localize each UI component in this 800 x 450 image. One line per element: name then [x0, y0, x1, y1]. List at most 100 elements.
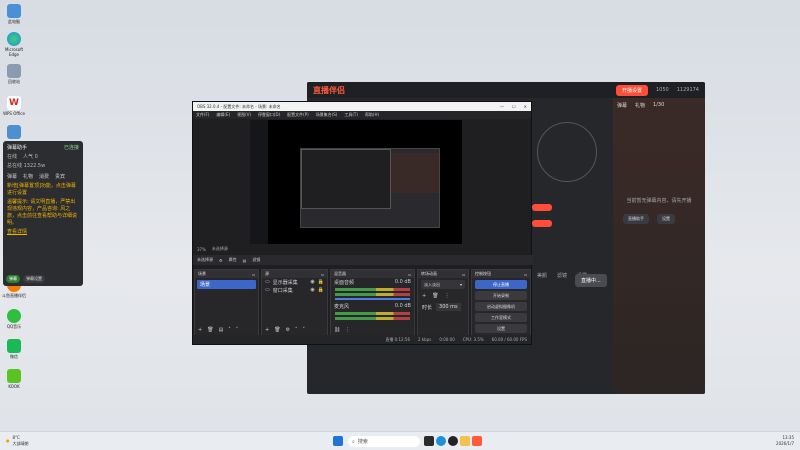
- obs-preview[interactable]: [250, 120, 462, 244]
- volume-slider[interactable]: [335, 298, 410, 300]
- studio-mode-button[interactable]: 工作室模式: [475, 313, 527, 322]
- lock-icon[interactable]: 🔒: [318, 279, 324, 285]
- live-assistant-icon[interactable]: [472, 436, 482, 446]
- live-red-chip[interactable]: [532, 204, 552, 211]
- menu-file[interactable]: 文件(F): [196, 112, 209, 118]
- obs-icon[interactable]: [448, 436, 458, 446]
- gear-icon[interactable]: ⚙: [219, 258, 223, 263]
- properties-button[interactable]: 属性: [229, 257, 237, 263]
- remove-icon[interactable]: 🗑: [207, 327, 213, 333]
- chat-tab-danmu[interactable]: 弹幕: [7, 173, 17, 180]
- close-icon[interactable]: ✕: [524, 104, 527, 109]
- search-icon: ⌕: [352, 438, 355, 445]
- gear-icon[interactable]: ⚙: [286, 327, 290, 333]
- transition-type: 淡入淡出: [424, 281, 440, 287]
- start-recording-button[interactable]: 开始录制: [475, 291, 527, 300]
- taskbar-search[interactable]: ⌕ 搜索: [348, 436, 420, 447]
- menu-docks[interactable]: 停靠窗口(D): [258, 112, 280, 118]
- menu-view[interactable]: 视图(V): [237, 112, 251, 118]
- chat-settings-button[interactable]: 弹幕设置: [23, 275, 45, 283]
- add-icon[interactable]: +: [265, 327, 269, 333]
- up-icon[interactable]: ˄: [228, 327, 231, 333]
- menu-profile[interactable]: 配置文件(P): [287, 112, 309, 118]
- chat-detail-link[interactable]: 查看详情: [3, 228, 83, 237]
- menu-scene-collection[interactable]: 场景集合(S): [316, 112, 338, 118]
- chat-danmu-toggle[interactable]: 弹幕: [6, 275, 20, 283]
- recycle-bin-icon: [7, 64, 21, 78]
- taskbar-clock[interactable]: 13:35 2026/1/7: [776, 435, 794, 447]
- menu-help[interactable]: 帮助(H): [365, 112, 379, 118]
- desktop-icon-edge[interactable]: Microsoft Edge: [2, 32, 26, 57]
- filters-button[interactable]: 滤镜: [252, 257, 260, 263]
- side-tab-gift[interactable]: 礼物: [635, 102, 645, 109]
- filter-icon[interactable]: ▤: [243, 258, 247, 263]
- desktop-icon-app[interactable]: [2, 125, 26, 140]
- down-icon[interactable]: ˅: [303, 327, 306, 333]
- live-red-chip-2[interactable]: [532, 220, 552, 227]
- obs-title: OBS 32.0.4 - 配置文件: 未命名 - 场景: 未命名: [197, 103, 281, 109]
- dock-float-icon[interactable]: ▫: [321, 272, 324, 277]
- obs-titlebar: OBS 32.0.4 - 配置文件: 未命名 - 场景: 未命名 — ☐ ✕: [193, 102, 531, 111]
- cpu-status: CPU: 3.5%: [462, 337, 484, 342]
- dock-float-icon[interactable]: ▫: [462, 272, 465, 277]
- side-settings-button[interactable]: 设置: [657, 214, 675, 224]
- eye-icon[interactable]: ◉: [310, 279, 314, 285]
- folder-icon[interactable]: [460, 436, 470, 446]
- filter-icon[interactable]: ▤: [219, 327, 224, 333]
- stop-streaming-button[interactable]: 停止直播: [475, 280, 527, 289]
- menu-tools[interactable]: 工具(T): [344, 112, 358, 118]
- maximize-icon[interactable]: ☐: [512, 104, 516, 109]
- chat-tab-vip[interactable]: 贵宾: [55, 173, 65, 180]
- side-tabs: 弹幕 礼物 1/30: [613, 98, 705, 113]
- desktop-icon-wps[interactable]: W WPS Office: [2, 96, 26, 116]
- side-tab-danmu[interactable]: 弹幕: [617, 102, 627, 109]
- more-icon[interactable]: ⋮: [445, 293, 450, 299]
- desktop-icon-kook[interactable]: KOOK: [2, 369, 26, 389]
- taskbar: ● 8°C 大部晴朗 ⌕ 搜索 13:35 2026/1/7: [0, 431, 800, 450]
- weather-widget[interactable]: ● 8°C 大部晴朗: [6, 435, 29, 447]
- link-icon[interactable]: ⛓: [334, 327, 340, 333]
- dock-float-icon[interactable]: ▫: [252, 272, 255, 277]
- chat-tab-gift[interactable]: 礼物: [23, 173, 33, 180]
- beauty-action[interactable]: 美颜: [537, 272, 547, 279]
- menu-edit[interactable]: 编辑(E): [216, 112, 230, 118]
- eye-icon[interactable]: ◉: [310, 287, 314, 293]
- edge-icon[interactable]: [436, 436, 446, 446]
- more-icon[interactable]: ⋮: [345, 327, 350, 333]
- sources-tools: + 🗑 ⚙ ˄ ˅: [265, 327, 305, 333]
- filter-action[interactable]: 滤镜: [557, 272, 567, 279]
- assistant-button[interactable]: 直播助手: [623, 214, 649, 224]
- lock-icon[interactable]: 🔒: [318, 287, 324, 293]
- chat-tab-consume[interactable]: 消费: [39, 173, 49, 180]
- transition-duration: 时长 300 ms: [418, 301, 468, 313]
- settings-button[interactable]: 设置: [475, 324, 527, 333]
- dock-float-icon[interactable]: ▫: [524, 272, 527, 277]
- open-settings-button[interactable]: 开播设置: [615, 84, 648, 96]
- task-view-icon[interactable]: [424, 436, 434, 446]
- remove-icon[interactable]: 🗑: [274, 327, 280, 333]
- duration-input[interactable]: 300 ms: [436, 303, 461, 311]
- desktop-icon-wechat[interactable]: 微信: [2, 339, 26, 359]
- transition-select[interactable]: 淡入淡出 ▾: [421, 280, 465, 289]
- clock-date: 2026/1/7: [776, 441, 794, 446]
- scenes-title: 场景: [198, 271, 206, 276]
- desktop-icon-this-pc[interactable]: 此电脑: [2, 4, 26, 24]
- desktop-icon-qqmusic[interactable]: QQ音乐: [2, 309, 26, 329]
- live-side-pane: 弹幕 礼物 1/30 当前暂无弹幕内容，请先开播 直播助手 设置: [613, 98, 705, 394]
- dock-float-icon[interactable]: ▫: [408, 272, 411, 277]
- source-item[interactable]: ▭ 显示器采集 ◉ 🔒: [262, 278, 327, 286]
- down-icon[interactable]: ˅: [236, 327, 239, 333]
- remove-icon[interactable]: 🗑: [432, 293, 438, 299]
- up-icon[interactable]: ˄: [295, 327, 298, 333]
- windows-start-icon[interactable]: [333, 436, 343, 446]
- desktop-icon-recycle-bin[interactable]: 回收站: [2, 64, 26, 84]
- preview-zoom[interactable]: 37%: [197, 247, 206, 252]
- virtual-camera-button[interactable]: 启动虚拟摄像机: [475, 302, 527, 311]
- scene-item[interactable]: 场景: [197, 280, 256, 289]
- add-icon[interactable]: +: [422, 293, 426, 299]
- minimize-icon[interactable]: —: [500, 104, 504, 109]
- source-item[interactable]: ▭ 窗口采集 ◉ 🔒: [262, 286, 327, 294]
- add-icon[interactable]: +: [198, 327, 202, 333]
- go-live-button[interactable]: 直播中...: [575, 274, 607, 287]
- scenes-dock: 场景 ▫ 场景 + 🗑 ▤ ˄ ˅: [194, 269, 259, 336]
